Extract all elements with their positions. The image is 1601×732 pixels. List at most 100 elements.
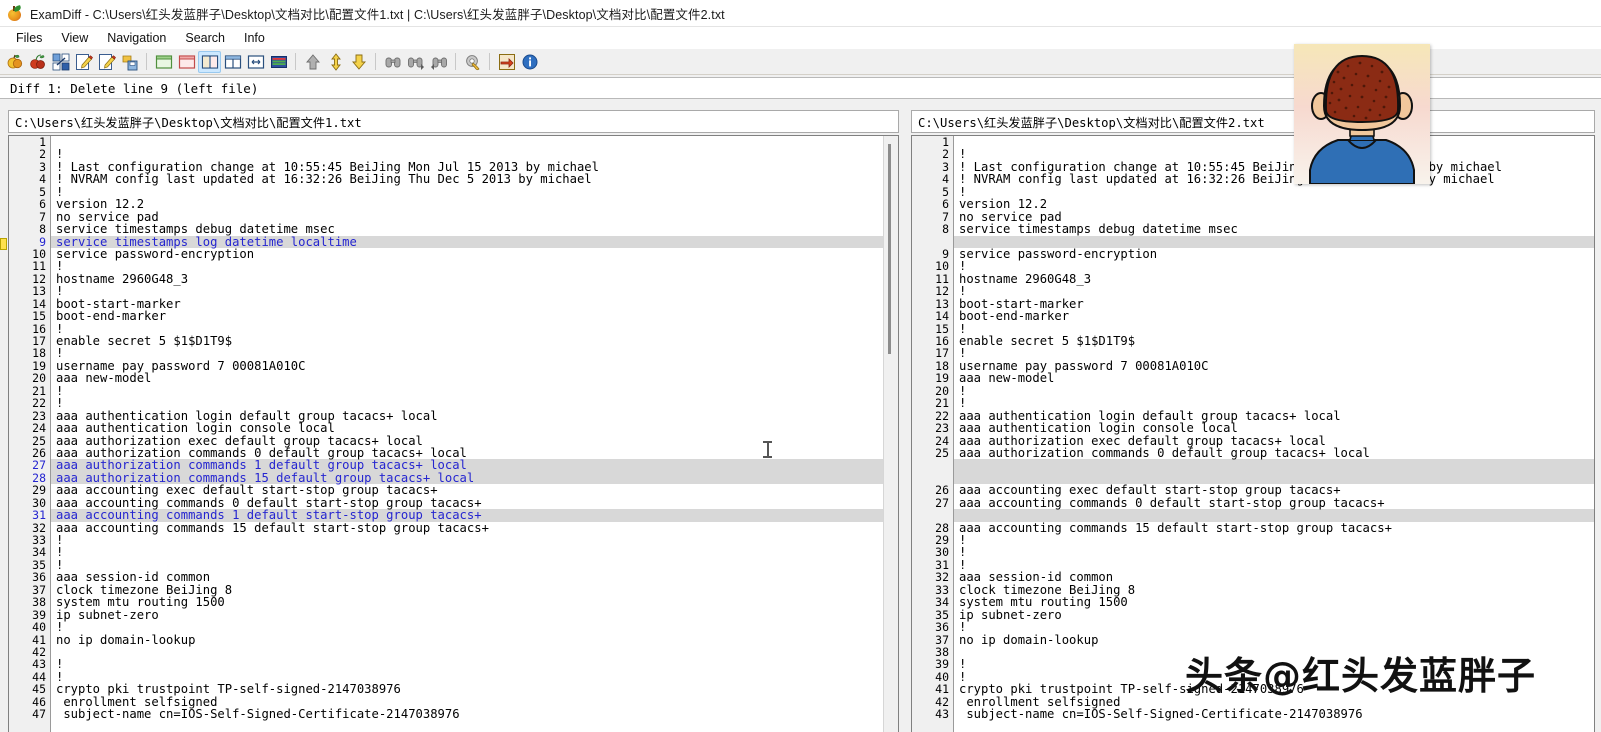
text-line[interactable]: ! NVRAM config last updated at 16:32:26 … [954, 173, 1594, 186]
text-line[interactable] [51, 136, 883, 148]
text-line[interactable]: hostname 2960G48_3 [51, 272, 883, 285]
options-icon[interactable] [461, 51, 484, 73]
export-icon[interactable] [495, 51, 518, 73]
next-diff-icon[interactable] [347, 51, 370, 73]
text-line[interactable]: no ip domain-lookup [954, 633, 1594, 646]
text-line[interactable]: aaa new-model [51, 372, 883, 385]
text-line[interactable]: ! NVRAM config last updated at 16:32:26 … [51, 173, 883, 186]
diff-gap-line[interactable] [954, 509, 1594, 522]
text-line[interactable]: ! [51, 621, 883, 634]
text-line[interactable]: enable secret 5 $1$D1T9$ [954, 335, 1594, 348]
compare-directories-icon[interactable] [26, 51, 49, 73]
text-line[interactable]: ip subnet-zero [51, 608, 883, 621]
text-line[interactable]: ! [954, 185, 1594, 198]
text-line[interactable]: ! [954, 534, 1594, 547]
view-unified-icon[interactable] [267, 51, 290, 73]
text-line[interactable]: aaa accounting exec default start-stop g… [51, 484, 883, 497]
text-line[interactable] [51, 646, 883, 658]
text-line[interactable]: system mtu routing 1500 [51, 596, 883, 609]
save-icon[interactable] [118, 51, 141, 73]
diff-gap-line[interactable] [954, 459, 1594, 472]
text-line[interactable]: crypto pki trustpoint TP-self-signed-214… [954, 683, 1594, 696]
find-previous-icon[interactable] [427, 51, 450, 73]
previous-diff-icon[interactable] [301, 51, 324, 73]
text-line[interactable]: aaa accounting commands 15 default start… [954, 521, 1594, 534]
left-text-area[interactable]: !! Last configuration change at 10:55:45… [51, 136, 883, 732]
text-line[interactable]: version 12.2 [954, 198, 1594, 211]
text-line[interactable]: aaa authentication login console local [954, 422, 1594, 435]
view-inline-icon[interactable] [244, 51, 267, 73]
recompare-icon[interactable] [49, 51, 72, 73]
text-line[interactable]: ! [954, 148, 1594, 161]
text-line[interactable]: subject-name cn=IOS-Self-Signed-Certific… [51, 708, 883, 721]
text-line[interactable] [954, 136, 1594, 148]
text-line[interactable]: ! [954, 621, 1594, 634]
text-line[interactable]: ! [954, 384, 1594, 397]
edit-right-file-icon[interactable] [95, 51, 118, 73]
text-line[interactable]: service password-encryption [954, 247, 1594, 260]
about-icon[interactable] [518, 51, 541, 73]
text-line[interactable]: enable secret 5 $1$D1T9$ [51, 335, 883, 348]
diff-line[interactable]: aaa accounting commands 1 default start-… [51, 509, 883, 522]
right-pane-header[interactable]: C:\Users\红头发蓝胖子\Desktop\文档对比\配置文件2.txt [911, 110, 1595, 133]
text-line[interactable]: version 12.2 [51, 198, 883, 211]
text-line[interactable]: service timestamps debug datetime msec [51, 223, 883, 236]
text-line[interactable]: boot-start-marker [51, 297, 883, 310]
menu-files[interactable]: Files [7, 29, 52, 47]
text-line[interactable]: system mtu routing 1500 [954, 596, 1594, 609]
view-side-by-side-icon[interactable] [198, 50, 221, 73]
left-change-strip[interactable] [0, 133, 8, 732]
text-line[interactable] [954, 646, 1594, 658]
text-line[interactable]: subject-name cn=IOS-Self-Signed-Certific… [954, 708, 1594, 721]
right-text-area[interactable]: !! Last configuration change at 10:55:45… [954, 136, 1594, 732]
text-line[interactable]: ! [954, 347, 1594, 360]
text-line[interactable]: ! [51, 658, 883, 671]
text-line[interactable]: service timestamps debug datetime msec [954, 223, 1594, 236]
menu-view[interactable]: View [52, 29, 98, 47]
text-line[interactable]: aaa accounting commands 15 default start… [51, 521, 883, 534]
text-line[interactable]: ! [954, 285, 1594, 298]
text-line[interactable]: ! [954, 546, 1594, 559]
text-line[interactable]: ! [954, 260, 1594, 273]
text-line[interactable]: ! [954, 658, 1594, 671]
view-left-only-icon[interactable] [152, 51, 175, 73]
next-change-icon[interactable] [324, 51, 347, 73]
text-line[interactable]: boot-end-marker [954, 310, 1594, 323]
edit-left-file-icon[interactable] [72, 51, 95, 73]
view-right-only-icon[interactable] [175, 51, 198, 73]
text-line[interactable]: aaa session-id common [954, 571, 1594, 584]
text-line[interactable]: crypto pki trustpoint TP-self-signed-214… [51, 683, 883, 696]
text-line[interactable]: ! [51, 534, 883, 547]
text-line[interactable]: ip subnet-zero [954, 608, 1594, 621]
text-line[interactable]: username pay password 7 00081A010C [51, 359, 883, 372]
text-line[interactable]: aaa accounting exec default start-stop g… [954, 484, 1594, 497]
left-scrollbar-thumb[interactable] [888, 144, 891, 354]
diff-line[interactable]: aaa authorization commands 1 default gro… [51, 459, 883, 472]
text-line[interactable]: ! [51, 347, 883, 360]
text-line[interactable]: aaa authorization commands 0 default gro… [954, 446, 1594, 459]
text-line[interactable]: hostname 2960G48_3 [954, 272, 1594, 285]
menu-info[interactable]: Info [235, 29, 275, 47]
text-line[interactable]: no ip domain-lookup [51, 633, 883, 646]
text-line[interactable]: service password-encryption [51, 247, 883, 260]
left-pane-header[interactable]: C:\Users\红头发蓝胖子\Desktop\文档对比\配置文件1.txt [8, 110, 899, 133]
menu-search[interactable]: Search [176, 29, 235, 47]
text-line[interactable]: ! [51, 185, 883, 198]
text-line[interactable]: aaa authentication login console local [51, 422, 883, 435]
text-line[interactable]: ! [51, 148, 883, 161]
text-line[interactable]: aaa session-id common [51, 571, 883, 584]
text-line[interactable]: ! [51, 397, 883, 410]
left-vertical-scrollbar[interactable] [883, 136, 898, 732]
compare-files-icon[interactable] [3, 51, 26, 73]
text-line[interactable]: ! [51, 384, 883, 397]
text-line[interactable]: aaa accounting commands 0 default start-… [954, 496, 1594, 509]
text-line[interactable]: ! [51, 546, 883, 559]
text-line[interactable]: ! [51, 260, 883, 273]
find-next-icon[interactable] [404, 51, 427, 73]
change-marker-line-9[interactable] [0, 238, 7, 250]
text-line[interactable]: ! [954, 397, 1594, 410]
find-icon[interactable] [381, 51, 404, 73]
view-horizontal-split-icon[interactable] [221, 51, 244, 73]
text-line[interactable]: boot-end-marker [51, 310, 883, 323]
text-line[interactable]: ! [51, 285, 883, 298]
